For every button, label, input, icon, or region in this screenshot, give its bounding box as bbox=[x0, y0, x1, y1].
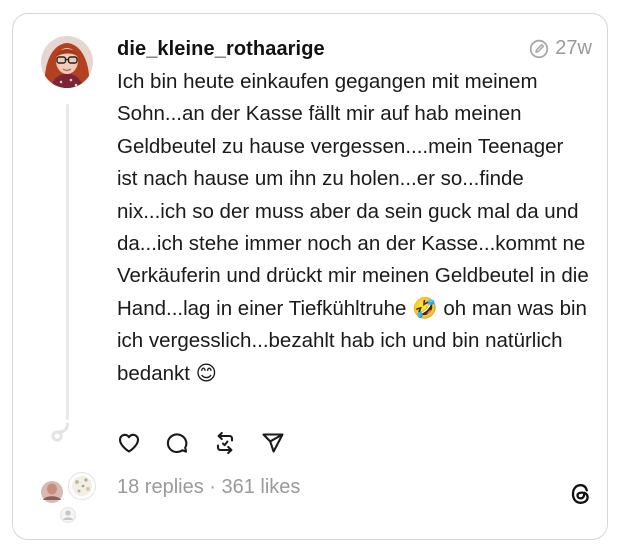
author-username[interactable]: die_kleine_rothaarige bbox=[117, 38, 325, 61]
heart-icon bbox=[118, 433, 140, 453]
thread-loop-icon bbox=[51, 422, 69, 442]
repost-icon bbox=[216, 431, 234, 455]
post-meta: 27w bbox=[529, 37, 592, 60]
like-button[interactable] bbox=[116, 430, 142, 456]
share-button[interactable] bbox=[260, 430, 286, 456]
replier-avatar bbox=[41, 481, 63, 503]
reply-button[interactable] bbox=[164, 430, 190, 456]
comment-icon bbox=[166, 433, 188, 454]
thread-line bbox=[66, 104, 69, 420]
author-avatar[interactable] bbox=[41, 36, 93, 88]
post-timestamp[interactable]: 27w bbox=[555, 37, 592, 60]
replier-avatar bbox=[68, 472, 96, 500]
edited-icon bbox=[530, 39, 549, 58]
threads-logo-icon[interactable] bbox=[568, 481, 594, 507]
replier-avatars bbox=[41, 472, 96, 523]
post-body: Ich bin heute einkaufen gegangen mit mei… bbox=[117, 70, 589, 385]
replier-avatar bbox=[60, 507, 76, 523]
post-stats[interactable]: 18 replies · 361 likes bbox=[117, 476, 300, 499]
send-icon bbox=[262, 433, 284, 453]
action-bar bbox=[116, 430, 286, 456]
repost-button[interactable] bbox=[212, 430, 238, 456]
